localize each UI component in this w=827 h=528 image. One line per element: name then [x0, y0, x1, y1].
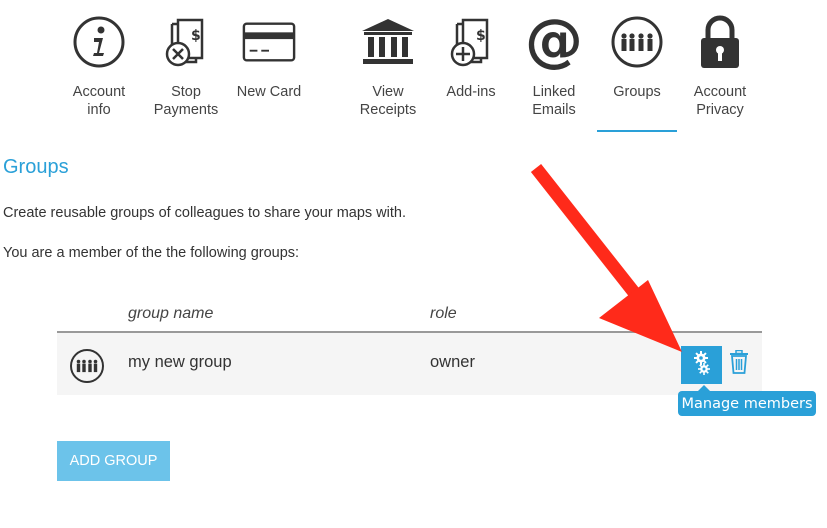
member-text: You are a member of the the following gr… [3, 245, 300, 261]
nav-item-account-privacy[interactable]: Account Privacy [688, 14, 752, 119]
stop-payment-icon: $ [158, 14, 214, 70]
page-description: Create reusable groups of colleagues to … [3, 205, 406, 221]
trash-icon [729, 349, 749, 379]
delete-group-button[interactable] [727, 349, 751, 379]
svg-text:$: $ [191, 28, 201, 44]
nav-item-view-receipts[interactable]: View Receipts [356, 14, 420, 119]
group-role-cell: owner [430, 353, 475, 371]
add-group-button[interactable]: ADD GROUP [57, 441, 170, 481]
lock-icon [692, 14, 748, 70]
nav-label: Account Privacy [693, 84, 747, 118]
nav-item-new-card[interactable]: New Card [234, 14, 304, 101]
nav-item-stop-payments[interactable]: $ Stop Payments [151, 14, 221, 119]
nav-label: Add-ins [446, 84, 496, 100]
at-sign-icon: @ [526, 14, 582, 70]
column-header-group-name: group name [128, 305, 214, 322]
nav-label: Linked Emails [532, 84, 576, 118]
nav-label: Account info [72, 84, 126, 118]
info-icon [71, 14, 127, 70]
nav-label: Groups [613, 84, 661, 100]
table-row: my new group owner [57, 333, 762, 395]
nav-label: Stop Payments [153, 84, 219, 118]
manage-members-button[interactable] [681, 346, 722, 384]
svg-text:@: @ [526, 14, 582, 70]
nav-item-linked-emails[interactable]: @ Linked Emails [524, 14, 584, 119]
svg-text:$: $ [476, 28, 486, 44]
bank-icon [360, 14, 416, 70]
nav-label: View Receipts [359, 84, 417, 118]
table-header: group name role [57, 296, 762, 333]
column-header-role: role [430, 305, 457, 322]
nav-item-groups[interactable]: Groups [607, 14, 667, 101]
nav-item-add-ins[interactable]: $ Add-ins [441, 14, 501, 101]
group-icon [69, 348, 105, 384]
group-icon [609, 14, 665, 70]
group-name-cell: my new group [128, 353, 232, 371]
page-title: Groups [3, 156, 69, 178]
manage-members-tooltip: Manage members [678, 385, 816, 416]
gears-icon [691, 350, 713, 381]
groups-table: group name role my new group owner [57, 296, 762, 395]
nav-item-account-info[interactable]: Account info [69, 14, 129, 119]
add-document-icon: $ [443, 14, 499, 70]
nav-label: New Card [236, 84, 302, 100]
account-nav: Account info $ Stop Payments New Card Vi… [0, 0, 827, 140]
credit-card-icon [241, 14, 297, 70]
